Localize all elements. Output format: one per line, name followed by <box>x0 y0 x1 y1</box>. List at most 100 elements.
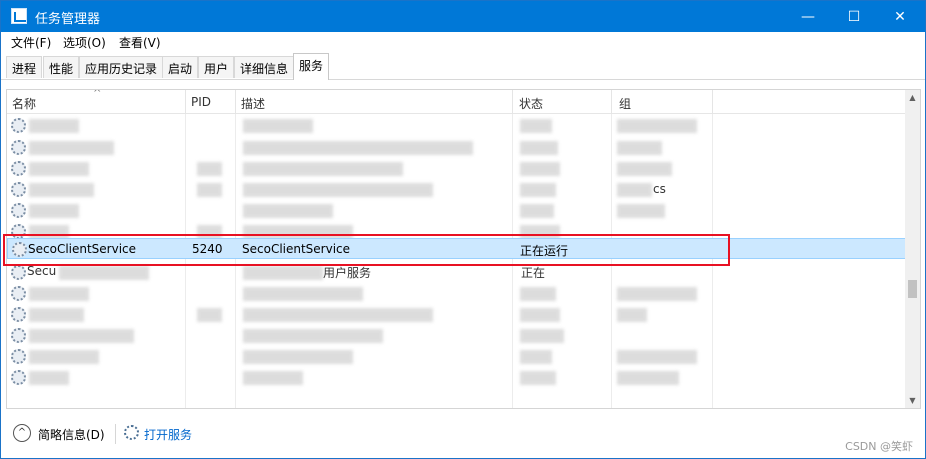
footer-divider <box>115 424 116 444</box>
blurred-cell <box>520 162 560 176</box>
blurred-cell <box>617 371 679 385</box>
table-row[interactable] <box>7 200 907 221</box>
blurred-cell <box>617 162 672 176</box>
blurred-cell <box>243 266 323 280</box>
tab-users[interactable]: 用户 <box>198 56 235 78</box>
maximize-button[interactable]: ☐ <box>831 1 877 32</box>
partial-description: 用户服务 <box>323 266 372 280</box>
blurred-cell <box>29 119 79 133</box>
tab-app-history[interactable]: 应用历史记录 <box>79 56 164 78</box>
scroll-thumb[interactable] <box>908 280 917 298</box>
gear-icon <box>11 349 26 364</box>
table-row[interactable] <box>7 367 907 388</box>
column-divider[interactable] <box>235 90 236 114</box>
menu-file[interactable]: 文件(F) <box>11 34 51 51</box>
menu-view[interactable]: 查看(V) <box>119 34 161 51</box>
vertical-scrollbar[interactable]: ▲ ▼ <box>905 90 920 408</box>
footer-bar: ^ 简略信息(D) 打开服务 CSDN @笑虾 <box>1 414 925 458</box>
blurred-cell <box>197 183 222 197</box>
table-row[interactable] <box>7 158 907 179</box>
tab-startup[interactable]: 启动 <box>162 56 199 78</box>
column-divider[interactable] <box>712 90 713 114</box>
blurred-cell <box>243 119 313 133</box>
gear-icon <box>11 328 26 343</box>
close-button[interactable]: ✕ <box>877 1 923 32</box>
tab-services[interactable]: 服务 <box>293 53 330 80</box>
blurred-cell <box>520 350 552 364</box>
column-name[interactable]: 名称 <box>12 95 36 112</box>
table-row[interactable] <box>7 137 907 158</box>
gear-icon <box>11 265 26 280</box>
blurred-cell <box>617 204 665 218</box>
gear-icon <box>11 286 26 301</box>
blurred-cell <box>243 371 303 385</box>
table-row[interactable] <box>7 115 907 136</box>
minimize-button[interactable]: — <box>785 1 831 32</box>
tab-processes[interactable]: 进程 <box>6 56 43 78</box>
menu-options[interactable]: 选项(O) <box>63 34 106 51</box>
blurred-cell <box>29 162 89 176</box>
scroll-down-icon[interactable]: ▼ <box>905 393 920 408</box>
tab-bar: 进程 性能 应用历史记录 启动 用户 详细信息 服务 <box>1 52 925 80</box>
table-row[interactable] <box>7 283 907 304</box>
brief-info-link[interactable]: 简略信息(D) <box>38 426 105 443</box>
tab-details[interactable]: 详细信息 <box>234 56 295 78</box>
scroll-up-icon[interactable]: ▲ <box>905 90 920 105</box>
blurred-cell <box>617 183 652 197</box>
blurred-cell <box>243 162 403 176</box>
blurred-cell <box>520 141 558 155</box>
blurred-cell <box>243 350 353 364</box>
blurred-cell <box>29 183 94 197</box>
blurred-cell <box>617 308 647 322</box>
column-group[interactable]: 组 <box>619 95 631 112</box>
menu-bar: 文件(F) 选项(O) 查看(V) <box>1 32 925 52</box>
blurred-cell <box>243 183 433 197</box>
blurred-cell <box>520 119 552 133</box>
blurred-cell <box>520 371 556 385</box>
red-highlight-box <box>3 234 730 266</box>
table-header: ^ 名称 PID 描述 状态 组 <box>7 90 907 114</box>
blurred-cell <box>617 141 662 155</box>
chevron-up-icon[interactable]: ^ <box>13 424 31 442</box>
blurred-cell <box>29 287 89 301</box>
gear-icon <box>11 118 26 133</box>
table-row[interactable]: cs <box>7 179 907 200</box>
column-status[interactable]: 状态 <box>519 95 543 112</box>
gear-icon <box>11 203 26 218</box>
tab-performance[interactable]: 性能 <box>43 56 80 78</box>
column-description[interactable]: 描述 <box>241 95 265 112</box>
watermark: CSDN @笑虾 <box>845 440 913 453</box>
blurred-cell <box>520 183 556 197</box>
table-row[interactable] <box>7 304 907 325</box>
table-row[interactable] <box>7 325 907 346</box>
blurred-cell <box>29 204 79 218</box>
blurred-cell <box>520 329 564 343</box>
blurred-cell <box>617 287 697 301</box>
gear-icon <box>11 370 26 385</box>
partial-group-text: cs <box>653 182 666 196</box>
column-pid[interactable]: PID <box>191 95 211 109</box>
sort-caret-icon: ^ <box>93 89 102 99</box>
gear-icon <box>11 307 26 322</box>
column-divider[interactable] <box>512 90 513 114</box>
blurred-cell <box>243 308 433 322</box>
task-manager-icon <box>11 8 27 24</box>
title-bar: 任务管理器 — ☐ ✕ <box>1 1 925 32</box>
blurred-cell <box>520 308 560 322</box>
blurred-cell <box>617 119 697 133</box>
task-manager-window: 任务管理器 — ☐ ✕ 文件(F) 选项(O) 查看(V) 进程 性能 应用历史… <box>0 0 926 459</box>
blurred-cell <box>59 266 149 280</box>
gear-icon <box>11 161 26 176</box>
window-title: 任务管理器 <box>35 12 101 27</box>
blurred-cell <box>29 350 99 364</box>
table-row[interactable] <box>7 346 907 367</box>
gear-icon <box>11 182 26 197</box>
blurred-cell <box>243 329 383 343</box>
column-divider[interactable] <box>185 90 186 114</box>
partial-service-name: Secu <box>27 264 57 278</box>
blurred-cell <box>520 204 554 218</box>
blurred-cell <box>243 204 333 218</box>
blurred-cell <box>197 308 222 322</box>
column-divider[interactable] <box>611 90 612 114</box>
open-services-link[interactable]: 打开服务 <box>144 426 192 443</box>
